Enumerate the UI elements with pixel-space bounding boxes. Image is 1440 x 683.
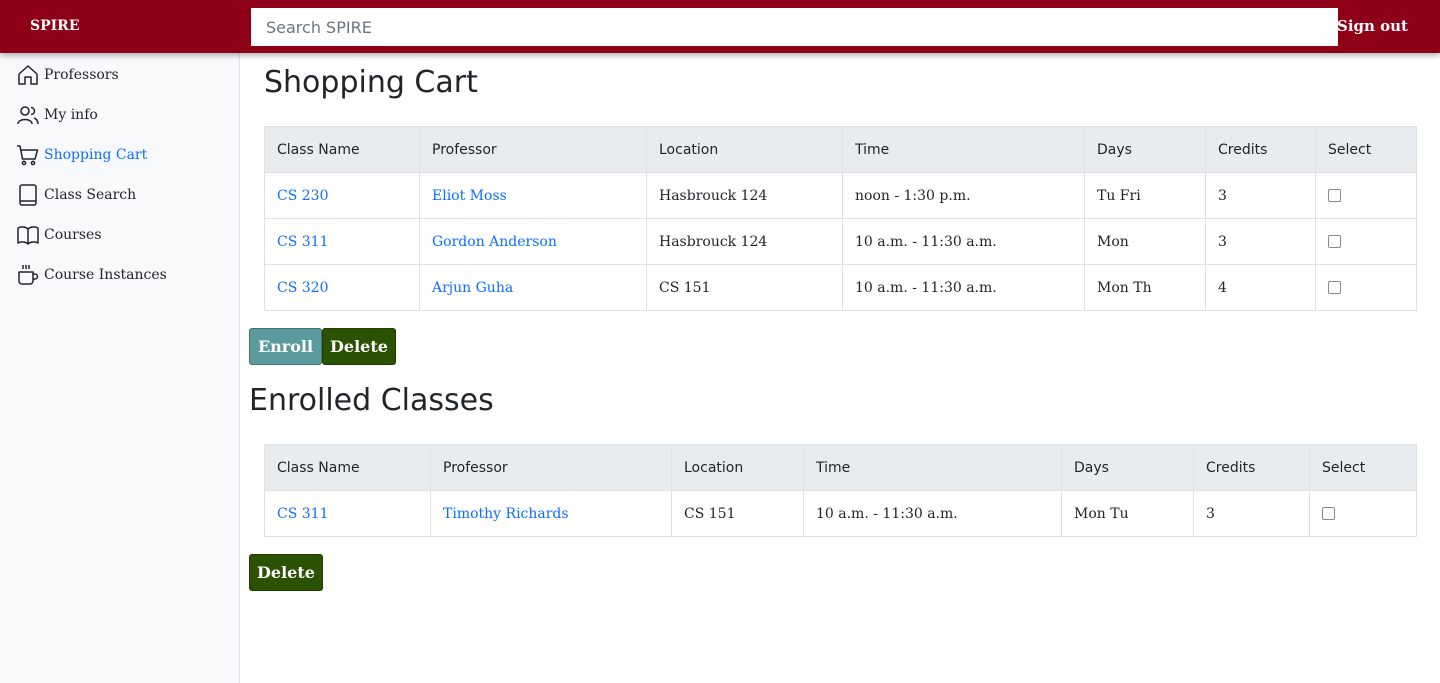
sidebar-item-course-instances[interactable]: Course Instances bbox=[16, 263, 167, 287]
professor-link[interactable]: Eliot Moss bbox=[432, 188, 507, 204]
sidebar-item-my-info[interactable]: My info bbox=[16, 103, 98, 127]
table-row: CS 320 Arjun Guha CS 151 10 a.m. - 11:30… bbox=[264, 264, 1417, 311]
sidebar-item-courses[interactable]: Courses bbox=[16, 223, 102, 247]
table-header-row: Class Name Professor Location Time Days … bbox=[264, 444, 1417, 491]
sidebar-item-professors[interactable]: Professors bbox=[16, 63, 119, 87]
delete-cart-button[interactable]: Delete bbox=[322, 328, 396, 365]
column-header: Professor bbox=[419, 126, 647, 173]
select-checkbox[interactable] bbox=[1328, 281, 1341, 294]
days-cell: Mon Th bbox=[1084, 264, 1206, 311]
column-header: Location bbox=[646, 126, 843, 173]
sidebar-item-label: Shopping Cart bbox=[44, 147, 148, 163]
column-header: Class Name bbox=[264, 126, 420, 173]
time-cell: 10 a.m. - 11:30 a.m. bbox=[842, 264, 1085, 311]
house-icon bbox=[18, 65, 38, 85]
time-cell: 10 a.m. - 11:30 a.m. bbox=[803, 490, 1062, 537]
search-input[interactable] bbox=[251, 8, 1338, 46]
enroll-button[interactable]: Enroll bbox=[249, 328, 322, 365]
column-header: Class Name bbox=[264, 444, 431, 491]
cart-icon bbox=[17, 145, 39, 166]
credits-cell: 3 bbox=[1205, 172, 1316, 219]
sidebar-item-label: Class Search bbox=[44, 187, 137, 203]
class-link[interactable]: CS 320 bbox=[277, 280, 328, 296]
sidebar: Professors My info Shopping Cart Class S… bbox=[0, 53, 240, 683]
sidebar-item-label: Course Instances bbox=[44, 267, 167, 283]
class-link[interactable]: CS 311 bbox=[277, 506, 328, 522]
credits-cell: 3 bbox=[1193, 490, 1310, 537]
brand-logo[interactable]: SPIRE bbox=[30, 18, 80, 34]
people-icon bbox=[17, 106, 39, 125]
delete-enrolled-button[interactable]: Delete bbox=[249, 554, 323, 591]
sidebar-item-class-search[interactable]: Class Search bbox=[16, 183, 136, 207]
column-header: Select bbox=[1315, 126, 1417, 173]
select-checkbox[interactable] bbox=[1322, 507, 1335, 520]
column-header: Credits bbox=[1193, 444, 1310, 491]
credits-cell: 4 bbox=[1205, 264, 1316, 311]
location-cell: CS 151 bbox=[671, 490, 804, 537]
shopping-cart-table: Class Name Professor Location Time Days … bbox=[264, 126, 1417, 311]
table-row: CS 311 Gordon Anderson Hasbrouck 124 10 … bbox=[264, 218, 1417, 265]
sidebar-item-shopping-cart[interactable]: Shopping Cart bbox=[16, 143, 147, 167]
book-icon bbox=[19, 184, 37, 206]
professor-link[interactable]: Timothy Richards bbox=[443, 506, 569, 522]
location-cell: Hasbrouck 124 bbox=[646, 172, 843, 219]
table-header-row: Class Name Professor Location Time Days … bbox=[264, 126, 1417, 173]
main-content: Shopping Cart Class Name Professor Locat… bbox=[240, 53, 1440, 683]
column-header: Time bbox=[842, 126, 1085, 173]
days-cell: Mon bbox=[1084, 218, 1206, 265]
column-header: Professor bbox=[430, 444, 672, 491]
class-link[interactable]: CS 230 bbox=[277, 188, 328, 204]
time-cell: 10 a.m. - 11:30 a.m. bbox=[842, 218, 1085, 265]
open-book-icon bbox=[17, 226, 39, 245]
sidebar-item-label: Courses bbox=[44, 227, 102, 243]
professor-link[interactable]: Gordon Anderson bbox=[432, 234, 557, 250]
location-cell: CS 151 bbox=[646, 264, 843, 311]
professor-link[interactable]: Arjun Guha bbox=[432, 280, 513, 296]
column-header: Location bbox=[671, 444, 804, 491]
enrolled-classes-title: Enrolled Classes bbox=[249, 383, 494, 418]
location-cell: Hasbrouck 124 bbox=[646, 218, 843, 265]
column-header: Days bbox=[1061, 444, 1194, 491]
time-cell: noon - 1:30 p.m. bbox=[842, 172, 1085, 219]
sidebar-item-label: Professors bbox=[44, 67, 119, 83]
table-row: CS 311 Timothy Richards CS 151 10 a.m. -… bbox=[264, 490, 1417, 537]
column-header: Credits bbox=[1205, 126, 1316, 173]
column-header: Days bbox=[1084, 126, 1206, 173]
select-checkbox[interactable] bbox=[1328, 189, 1341, 202]
table-row: CS 230 Eliot Moss Hasbrouck 124 noon - 1… bbox=[264, 172, 1417, 219]
days-cell: Mon Tu bbox=[1061, 490, 1194, 537]
top-navbar: SPIRE Sign out bbox=[0, 0, 1440, 53]
shopping-cart-title: Shopping Cart bbox=[264, 65, 478, 100]
select-checkbox[interactable] bbox=[1328, 235, 1341, 248]
credits-cell: 3 bbox=[1205, 218, 1316, 265]
column-header: Select bbox=[1309, 444, 1417, 491]
days-cell: Tu Fri bbox=[1084, 172, 1206, 219]
column-header: Time bbox=[803, 444, 1062, 491]
enrolled-classes-table: Class Name Professor Location Time Days … bbox=[264, 444, 1417, 537]
cup-icon bbox=[18, 265, 39, 285]
class-link[interactable]: CS 311 bbox=[277, 234, 328, 250]
sign-out-link[interactable]: Sign out bbox=[1337, 17, 1408, 35]
sidebar-item-label: My info bbox=[44, 107, 98, 123]
